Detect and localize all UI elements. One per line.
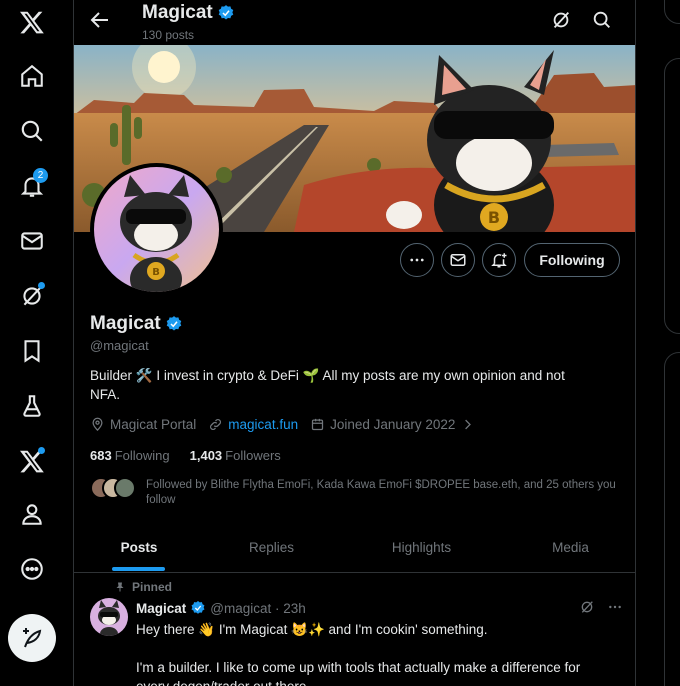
more-circle-icon[interactable] (12, 549, 52, 589)
following-stat[interactable]: 683 Following (90, 448, 170, 463)
website-item[interactable]: magicat.fun (208, 417, 298, 432)
grok-icon[interactable] (550, 9, 572, 31)
profile-header-bar: Magicat 130 posts (74, 0, 635, 45)
premium-unread-dot (38, 447, 45, 454)
tab-posts[interactable]: Posts (74, 522, 204, 573)
svg-text:B: B (488, 208, 500, 227)
bookmark-icon[interactable] (12, 331, 52, 371)
right-search-card[interactable] (664, 0, 680, 24)
post-count: 130 posts (142, 28, 195, 42)
pinned-label: Pinned (114, 580, 172, 594)
chevron-right-icon (465, 419, 472, 430)
followed-by-row[interactable]: Followed by Blithe Flytha EmoFi, Kada Ka… (90, 477, 616, 508)
profile-avatar[interactable]: B (90, 163, 223, 296)
post-author-name[interactable]: Magicat (136, 601, 186, 616)
home-icon[interactable] (12, 56, 52, 96)
notifications-bell-icon[interactable]: 2 (12, 166, 52, 206)
link-icon (210, 419, 222, 430)
bio-line: NFA. (90, 387, 121, 402)
tab-media[interactable]: Media (504, 522, 635, 573)
header-name: Magicat (142, 2, 213, 23)
grok-unread-dot (38, 282, 45, 289)
following-count: 683 (90, 448, 112, 463)
envelope-icon (450, 254, 466, 266)
verified-badge-icon (191, 601, 205, 614)
tab-replies[interactable]: Replies (204, 522, 339, 573)
compose-post-button[interactable] (8, 614, 56, 662)
search-icon[interactable] (591, 9, 613, 31)
profile-name-text: Magicat (90, 313, 161, 334)
pin-icon (116, 582, 124, 592)
verified-badge-icon (218, 5, 234, 20)
x-logo-icon[interactable] (12, 2, 52, 42)
location-pin-icon (92, 417, 103, 431)
followers-stat[interactable]: 1,403 Followers (190, 448, 281, 463)
profile-column: B Magicat 130 posts B Following Magicat … (73, 0, 636, 686)
right-sidebar-card (664, 58, 680, 334)
follow-stats: 683 Following 1,403 Followers (90, 448, 281, 463)
post-author-avatar[interactable] (90, 598, 128, 636)
location-text: Magicat Portal (110, 417, 197, 432)
joined-text: Joined January 2022 (330, 417, 456, 432)
profile-person-icon[interactable] (12, 494, 52, 534)
following-label: Following (114, 448, 170, 463)
svg-text:B: B (152, 267, 160, 278)
notify-button[interactable] (482, 243, 516, 277)
grok-icon[interactable] (12, 276, 52, 316)
avatar (114, 477, 136, 499)
mutual-avatars (90, 477, 136, 499)
notification-count-badge: 2 (33, 168, 48, 183)
post-actions (579, 599, 623, 615)
message-button[interactable] (441, 243, 475, 277)
followers-label: Followers (225, 448, 281, 463)
pinned-text: Pinned (132, 580, 173, 594)
messages-envelope-icon[interactable] (12, 221, 52, 261)
post-paragraph: I'm a builder. I like to come up with to… (136, 660, 581, 675)
followers-count: 1,403 (189, 448, 223, 463)
tab-highlights[interactable]: Highlights (339, 522, 504, 573)
verified-badge-icon (166, 316, 182, 331)
search-icon[interactable] (12, 111, 52, 151)
post-header: Magicat @magicat · 23h (136, 600, 306, 616)
bell-plus-icon (491, 253, 507, 268)
flask-icon[interactable] (12, 386, 52, 426)
back-arrow-icon[interactable] (88, 8, 112, 32)
active-tab-indicator (112, 567, 165, 571)
calendar-icon (311, 418, 324, 431)
website-link[interactable]: magicat.fun (228, 417, 298, 432)
feather-plus-icon (23, 628, 42, 648)
profile-handle: @magicat (90, 338, 149, 353)
profile-bio: Builder 🛠️ I invest in crypto & DeFi 🌱 A… (90, 366, 620, 404)
right-sidebar-card (664, 352, 680, 686)
post-paragraph: every degen/trader out there. (136, 677, 621, 686)
profile-tabs: Posts Replies Highlights Media (74, 522, 635, 573)
location-item: Magicat Portal (90, 417, 196, 432)
bio-line: Builder 🛠️ I invest in crypto & DeFi 🌱 A… (90, 368, 565, 383)
post-paragraph: Hey there 👋 I'm Magicat 😺✨ and I'm cooki… (136, 622, 488, 637)
profile-meta: Magicat Portal magicat.fun Joined Januar… (90, 417, 487, 432)
premium-x-icon[interactable] (12, 441, 52, 481)
post-handle-time[interactable]: @magicat · 23h (210, 601, 306, 616)
joined-item[interactable]: Joined January 2022 (310, 417, 475, 432)
profile-display-name: Magicat (90, 313, 183, 335)
ellipsis-icon (410, 258, 424, 262)
header-title: Magicat (142, 2, 235, 24)
more-options-button[interactable] (400, 243, 434, 277)
ellipsis-icon[interactable] (607, 599, 623, 615)
grok-icon[interactable] (579, 599, 595, 615)
followed-by-text: Followed by Blithe Flytha EmoFi, Kada Ka… (146, 479, 616, 506)
following-button[interactable]: Following (524, 243, 620, 277)
post-text: Hey there 👋 I'm Magicat 😺✨ and I'm cooki… (136, 620, 621, 686)
left-nav: 2 (0, 0, 64, 686)
